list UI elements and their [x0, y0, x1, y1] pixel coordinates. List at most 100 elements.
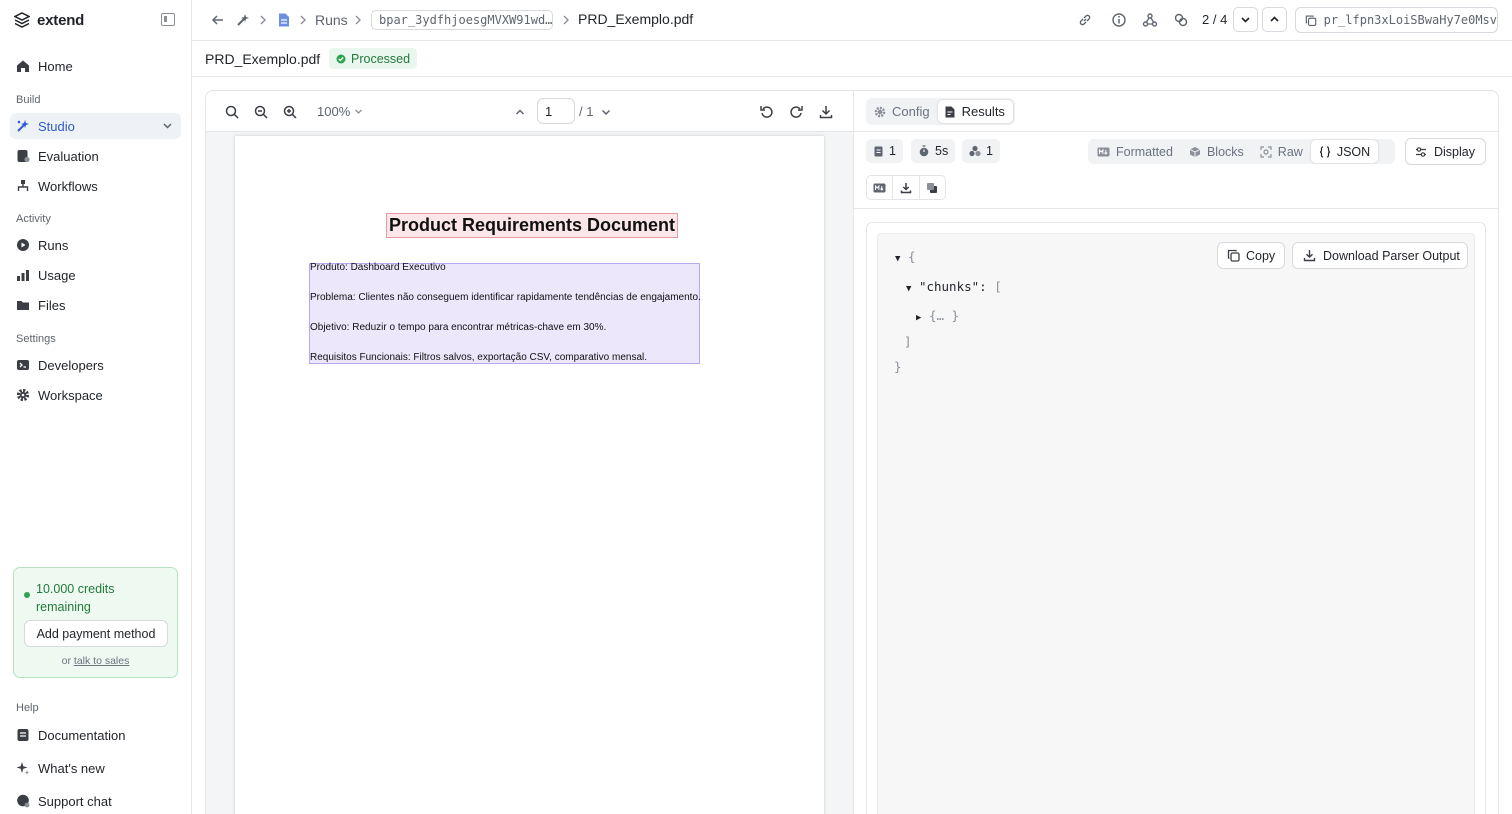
- download-icon[interactable]: [818, 104, 834, 120]
- next-page-icon[interactable]: [598, 104, 614, 120]
- chevron-down-icon[interactable]: [162, 120, 173, 131]
- tab-label: Results: [961, 104, 1005, 119]
- tab-formatted[interactable]: Formatted: [1089, 140, 1181, 163]
- markdown-export-button[interactable]: [867, 176, 894, 199]
- status-badge-label: Processed: [351, 51, 411, 66]
- zoom-in-icon[interactable]: [282, 104, 298, 120]
- json-viewer: ▼ { ▼ "chunks": [ ▶ {… } ] } Copy Downlo…: [877, 233, 1475, 814]
- tab-label: Config: [892, 104, 930, 119]
- sidebar-item-workspace[interactable]: Workspace: [10, 382, 181, 408]
- collapse-triangle-icon[interactable]: ▶: [916, 313, 921, 323]
- sidebar-item-documentation[interactable]: Documentation: [10, 722, 181, 748]
- copy-output-button[interactable]: [920, 176, 945, 199]
- folder-icon: [17, 301, 29, 310]
- document-breadcrumb-icon[interactable]: [276, 12, 292, 28]
- json-chunks-node[interactable]: ▼ "chunks": [: [906, 279, 1002, 294]
- tab-config[interactable]: Config: [868, 100, 938, 123]
- previous-run-button[interactable]: [1262, 7, 1287, 32]
- expand-triangle-icon[interactable]: ▼: [895, 254, 900, 264]
- pdf-text-line: Objetivo: Reduzir o tempo para encontrar…: [310, 322, 607, 333]
- json-collapsed-object: {… }: [928, 308, 960, 323]
- sparkle-icon: [16, 762, 30, 775]
- section-label-build: Build: [16, 94, 41, 106]
- sidebar-item-developers[interactable]: Developers: [10, 352, 181, 378]
- tab-raw[interactable]: Raw: [1252, 140, 1311, 163]
- page-total: / 1: [579, 104, 594, 119]
- viewer-toolbar: 100% 1 / 1: [206, 91, 853, 132]
- json-open-bracket: [: [994, 279, 1002, 294]
- rotate-left-icon[interactable]: [759, 104, 775, 120]
- connections-icon[interactable]: [1173, 12, 1189, 28]
- page-number-input[interactable]: 1: [537, 98, 575, 124]
- markdown-icon: [873, 183, 886, 192]
- copy-icon: [1227, 249, 1240, 262]
- tab-json[interactable]: JSON: [1310, 140, 1379, 163]
- processor-id-copy-button[interactable]: pr_lfpn3xLoiSBwaHy7e0Msv: [1295, 7, 1498, 33]
- sidebar-item-runs[interactable]: Runs: [10, 232, 181, 258]
- download-output-button[interactable]: [893, 176, 920, 199]
- check-circle-icon: [336, 54, 346, 63]
- extend-logo-icon: [14, 12, 30, 28]
- search-icon[interactable]: [224, 104, 240, 120]
- json-open-brace: {: [907, 249, 916, 264]
- results-document-icon: [945, 106, 955, 117]
- breadcrumb-file-name[interactable]: PRD_Exemplo.pdf: [578, 11, 693, 27]
- sidebar-item-whats-new[interactable]: What's new: [10, 755, 181, 781]
- output-view-tabs: Formatted Blocks Raw JSON: [1088, 139, 1395, 164]
- chunks-icon: [969, 145, 981, 157]
- sidebar-item-label: Studio: [38, 118, 75, 134]
- sidebar-collapse-icon[interactable]: [161, 13, 175, 26]
- tab-results[interactable]: Results: [937, 100, 1013, 123]
- json-key: "chunks":: [918, 279, 987, 294]
- document-viewer: 100% 1 / 1 Product Requirements Document…: [205, 90, 853, 814]
- cube-icon: [1189, 146, 1201, 157]
- pdf-text-block[interactable]: Produto: Dashboard Executivo Problema: C…: [309, 262, 701, 364]
- webhook-icon[interactable]: [1142, 12, 1158, 28]
- json-root-node[interactable]: ▼ {: [895, 249, 915, 264]
- credits-remaining: 10.000 credits remaining: [36, 582, 115, 614]
- sidebar-item-label: Home: [38, 58, 73, 74]
- zoom-level-select[interactable]: 100%: [317, 104, 363, 119]
- expand-triangle-icon[interactable]: ▼: [906, 284, 911, 294]
- sidebar-item-support-chat[interactable]: Support chat: [10, 788, 181, 814]
- chevron-right-icon: [563, 15, 569, 25]
- play-icon: [17, 239, 29, 251]
- tab-label: JSON: [1336, 144, 1371, 159]
- sidebar-item-label: Workflows: [38, 178, 98, 194]
- talk-to-sales-link[interactable]: talk to sales: [74, 655, 129, 667]
- sidebar: extend Home Build Studio Evaluation Work…: [0, 0, 192, 814]
- tab-label: Raw: [1277, 144, 1303, 159]
- info-icon[interactable]: [1111, 12, 1127, 28]
- sidebar-item-studio[interactable]: Studio: [10, 113, 181, 139]
- chevron-down-icon: [1241, 17, 1250, 23]
- next-run-button[interactable]: [1233, 7, 1258, 32]
- breadcrumb-run-id[interactable]: bpar_3ydfhjoesgMVXW91wd…: [371, 10, 553, 30]
- display-settings-button[interactable]: Display: [1405, 138, 1486, 165]
- previous-page-icon[interactable]: [512, 104, 528, 120]
- pdf-title-block[interactable]: Product Requirements Document: [386, 213, 679, 238]
- rotate-right-icon[interactable]: [788, 104, 804, 120]
- breadcrumb-runs[interactable]: Runs: [315, 0, 348, 40]
- tab-label: Blocks: [1206, 144, 1244, 159]
- sidebar-item-home[interactable]: Home: [10, 53, 181, 79]
- pdf-text-line: Problema: Clientes não conseguem identif…: [310, 292, 701, 303]
- sidebar-item-workflows[interactable]: Workflows: [10, 173, 181, 199]
- copy-button[interactable]: Copy: [1217, 242, 1285, 269]
- studio-breadcrumb-icon[interactable]: [235, 12, 251, 28]
- scan-icon: [1260, 145, 1272, 158]
- sidebar-item-usage[interactable]: Usage: [10, 262, 181, 288]
- pdf-text-line: Requisitos Funcionais: Filtros salvos, e…: [310, 352, 648, 363]
- pdf-page: Product Requirements Document Produto: D…: [235, 136, 824, 814]
- add-payment-method-button[interactable]: Add payment method: [24, 620, 168, 647]
- credits-card: 10.000 credits remaining Add payment met…: [13, 567, 178, 678]
- link-icon[interactable]: [1077, 12, 1093, 28]
- zoom-out-icon[interactable]: [253, 104, 269, 120]
- page-count-badge: 1: [866, 139, 903, 163]
- json-chunk-item[interactable]: ▶ {… }: [916, 308, 959, 323]
- sidebar-item-files[interactable]: Files: [10, 292, 181, 318]
- back-arrow-icon[interactable]: [210, 12, 226, 28]
- tab-blocks[interactable]: Blocks: [1181, 140, 1252, 163]
- download-parser-output-button[interactable]: Download Parser Output: [1292, 242, 1468, 269]
- brand-logo[interactable]: extend: [14, 10, 84, 30]
- sidebar-item-evaluation[interactable]: Evaluation: [10, 143, 181, 169]
